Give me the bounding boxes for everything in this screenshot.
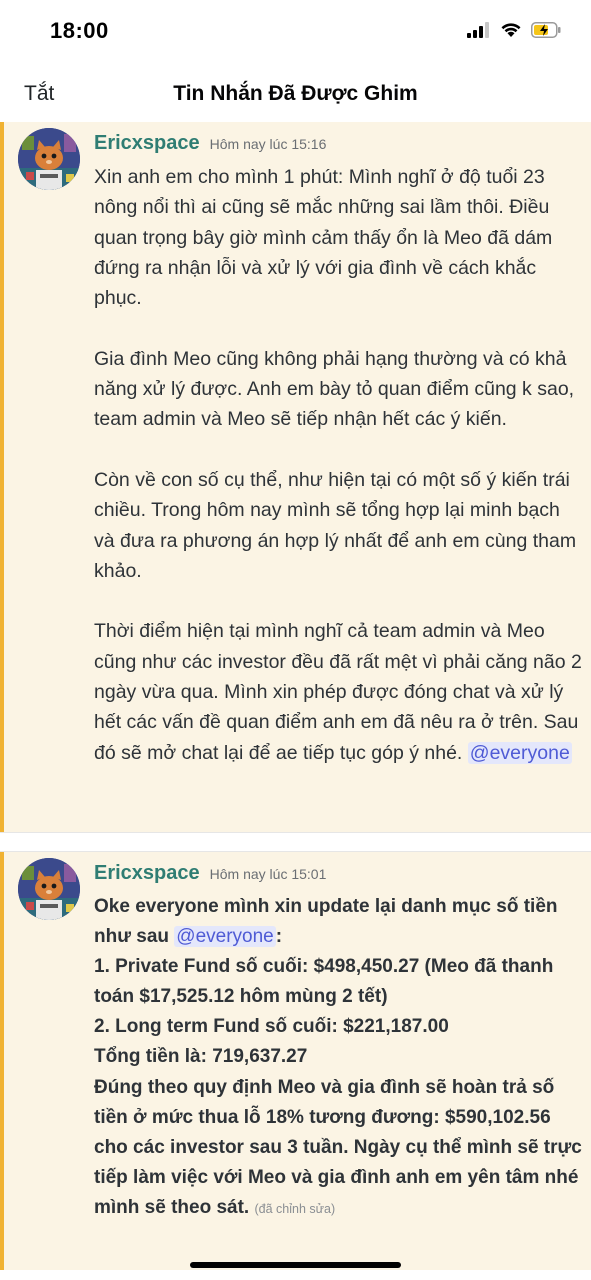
message-line: 2. Long term Fund số cuối: $221,187.00 xyxy=(94,1016,449,1038)
edited-label: (đã chỉnh sửa) xyxy=(254,1201,336,1216)
status-bar: 18:00 xyxy=(0,0,591,64)
avatar[interactable] xyxy=(18,858,80,920)
message-divider xyxy=(0,832,591,852)
message-paragraph: Gia đình Meo cũng không phải hạng thường… xyxy=(94,347,575,431)
message-line: 1. Private Fund số cuối: $498,450.27 (Me… xyxy=(94,956,554,1008)
everyone-mention[interactable]: @everyone xyxy=(467,741,572,764)
message-text: Oke everyone mình xin update lại danh mụ… xyxy=(94,896,558,948)
message-text: : xyxy=(275,926,283,948)
cat-avatar-icon xyxy=(18,128,80,190)
nav-bar: Tắt Tin Nhắn Đã Được Ghim xyxy=(0,68,591,122)
pinned-messages-list[interactable]: Ericxspace Hôm nay lúc 15:16 Xin anh em … xyxy=(0,122,591,1270)
page-title: Tin Nhắn Đã Được Ghim xyxy=(173,82,418,105)
message-intro: Oke everyone mình xin update lại danh mụ… xyxy=(94,892,584,952)
author-name[interactable]: Ericxspace xyxy=(94,132,200,155)
home-indicator xyxy=(190,1262,401,1268)
cat-avatar-icon xyxy=(18,858,80,920)
message-header: Ericxspace Hôm nay lúc 15:16 xyxy=(94,132,326,155)
pinned-message[interactable]: Ericxspace Hôm nay lúc 15:16 Xin anh em … xyxy=(0,122,591,832)
everyone-mention[interactable]: @everyone xyxy=(174,926,276,948)
message-content: Xin anh em cho mình 1 phút: Mình nghĩ ở … xyxy=(94,162,584,768)
message-paragraph: Còn về con số cụ thể, như hiện tại có mộ… xyxy=(94,468,577,582)
message-text: Đúng theo quy định Meo và gia đình sẽ ho… xyxy=(94,1076,582,1218)
cellular-signal-icon xyxy=(467,22,489,38)
message-paragraph: Xin anh em cho mình 1 phút: Mình nghĩ ở … xyxy=(94,166,553,310)
status-icons xyxy=(467,22,561,38)
message-timestamp: Hôm nay lúc 15:16 xyxy=(209,136,327,152)
message-paragraph-last: Thời điểm hiện tại mình nghĩ cả team adm… xyxy=(94,616,584,767)
message-header: Ericxspace Hôm nay lúc 15:01 xyxy=(94,862,326,885)
battery-charging-icon xyxy=(531,22,561,38)
status-time: 18:00 xyxy=(50,18,109,43)
avatar[interactable] xyxy=(18,128,80,190)
pinned-message[interactable]: Ericxspace Hôm nay lúc 15:01 Oke everyon… xyxy=(0,852,591,1270)
message-line: Tổng tiền là: 719,637.27 xyxy=(94,1046,308,1068)
wifi-icon xyxy=(501,23,521,37)
message-line-last: Đúng theo quy định Meo và gia đình sẽ ho… xyxy=(94,1073,584,1224)
author-name[interactable]: Ericxspace xyxy=(94,862,200,885)
message-timestamp: Hôm nay lúc 15:01 xyxy=(209,866,327,882)
message-content: Oke everyone mình xin update lại danh mụ… xyxy=(94,892,584,1224)
